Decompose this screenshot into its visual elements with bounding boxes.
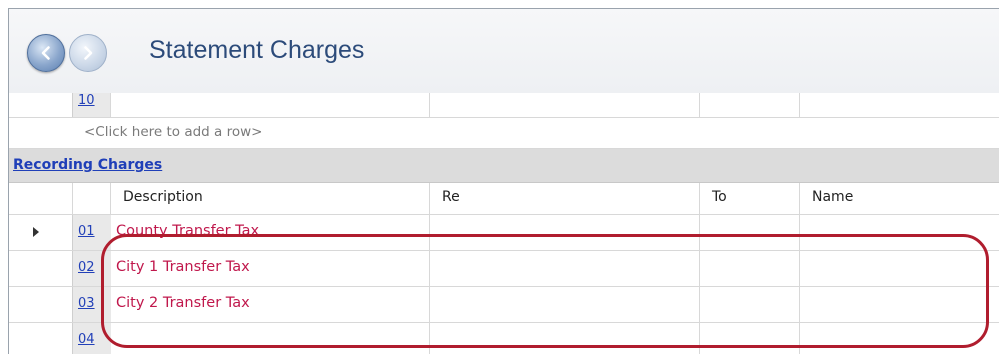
re-cell[interactable] xyxy=(429,287,699,322)
table-row[interactable]: 10 xyxy=(9,93,999,118)
re-cell[interactable] xyxy=(429,93,699,117)
re-cell[interactable] xyxy=(429,215,699,250)
to-header[interactable]: To xyxy=(699,183,799,214)
table-row[interactable]: 04 xyxy=(9,323,999,354)
row-number-cell: 01 xyxy=(72,215,111,250)
statement-charges-window: Statement Charges 10 <Click here to add … xyxy=(8,8,999,354)
table-row[interactable]: 02 City 1 Transfer Tax xyxy=(9,251,999,287)
name-cell[interactable] xyxy=(799,323,999,354)
name-cell[interactable] xyxy=(799,215,999,250)
row-number-header xyxy=(72,183,110,214)
row-number-link[interactable]: 04 xyxy=(78,332,95,347)
row-number-cell: 03 xyxy=(72,287,111,322)
current-row-indicator-icon xyxy=(33,227,39,237)
name-cell[interactable] xyxy=(799,93,999,117)
name-cell[interactable] xyxy=(799,287,999,322)
to-cell[interactable] xyxy=(699,251,799,286)
to-cell[interactable] xyxy=(699,215,799,250)
re-cell[interactable] xyxy=(429,323,699,354)
description-cell[interactable] xyxy=(110,93,429,117)
to-cell[interactable] xyxy=(699,287,799,322)
table-row[interactable]: 01 County Transfer Tax xyxy=(9,215,999,251)
re-header[interactable]: Re xyxy=(429,183,699,214)
add-row-link[interactable]: <Click here to add a row> xyxy=(84,124,262,140)
column-header-row: Description Re To Name xyxy=(9,183,999,215)
name-cell[interactable] xyxy=(799,251,999,286)
row-number-link[interactable]: 01 xyxy=(78,224,95,239)
add-row[interactable]: <Click here to add a row> xyxy=(9,118,999,149)
forward-button[interactable] xyxy=(69,34,107,72)
section-header: Recording Charges xyxy=(9,149,999,183)
back-arrow-icon xyxy=(41,46,50,60)
to-header-label: To xyxy=(712,189,727,205)
description-text[interactable]: County Transfer Tax xyxy=(116,223,259,239)
name-header[interactable]: Name xyxy=(799,183,999,214)
description-text[interactable]: City 1 Transfer Tax xyxy=(116,259,250,275)
table-row[interactable]: 03 City 2 Transfer Tax xyxy=(9,287,999,323)
section-title-link[interactable]: Recording Charges xyxy=(13,157,162,173)
to-cell[interactable] xyxy=(699,93,799,117)
name-header-label: Name xyxy=(812,189,854,205)
description-header[interactable]: Description xyxy=(110,183,429,214)
row-number-link[interactable]: 03 xyxy=(78,296,95,311)
row-number-link[interactable]: 10 xyxy=(78,93,95,108)
description-header-label: Description xyxy=(123,189,203,205)
re-cell[interactable] xyxy=(429,251,699,286)
forward-arrow-icon xyxy=(84,46,93,60)
row-number-cell: 02 xyxy=(72,251,111,286)
row-number-cell: 10 xyxy=(72,93,111,117)
re-header-label: Re xyxy=(442,189,460,205)
row-number-link[interactable]: 02 xyxy=(78,260,95,275)
page-title: Statement Charges xyxy=(149,36,365,64)
to-cell[interactable] xyxy=(699,323,799,354)
back-button[interactable] xyxy=(27,34,65,72)
header-bar: Statement Charges xyxy=(9,9,999,93)
description-text[interactable]: City 2 Transfer Tax xyxy=(116,295,250,311)
row-number-cell: 04 xyxy=(72,323,111,354)
